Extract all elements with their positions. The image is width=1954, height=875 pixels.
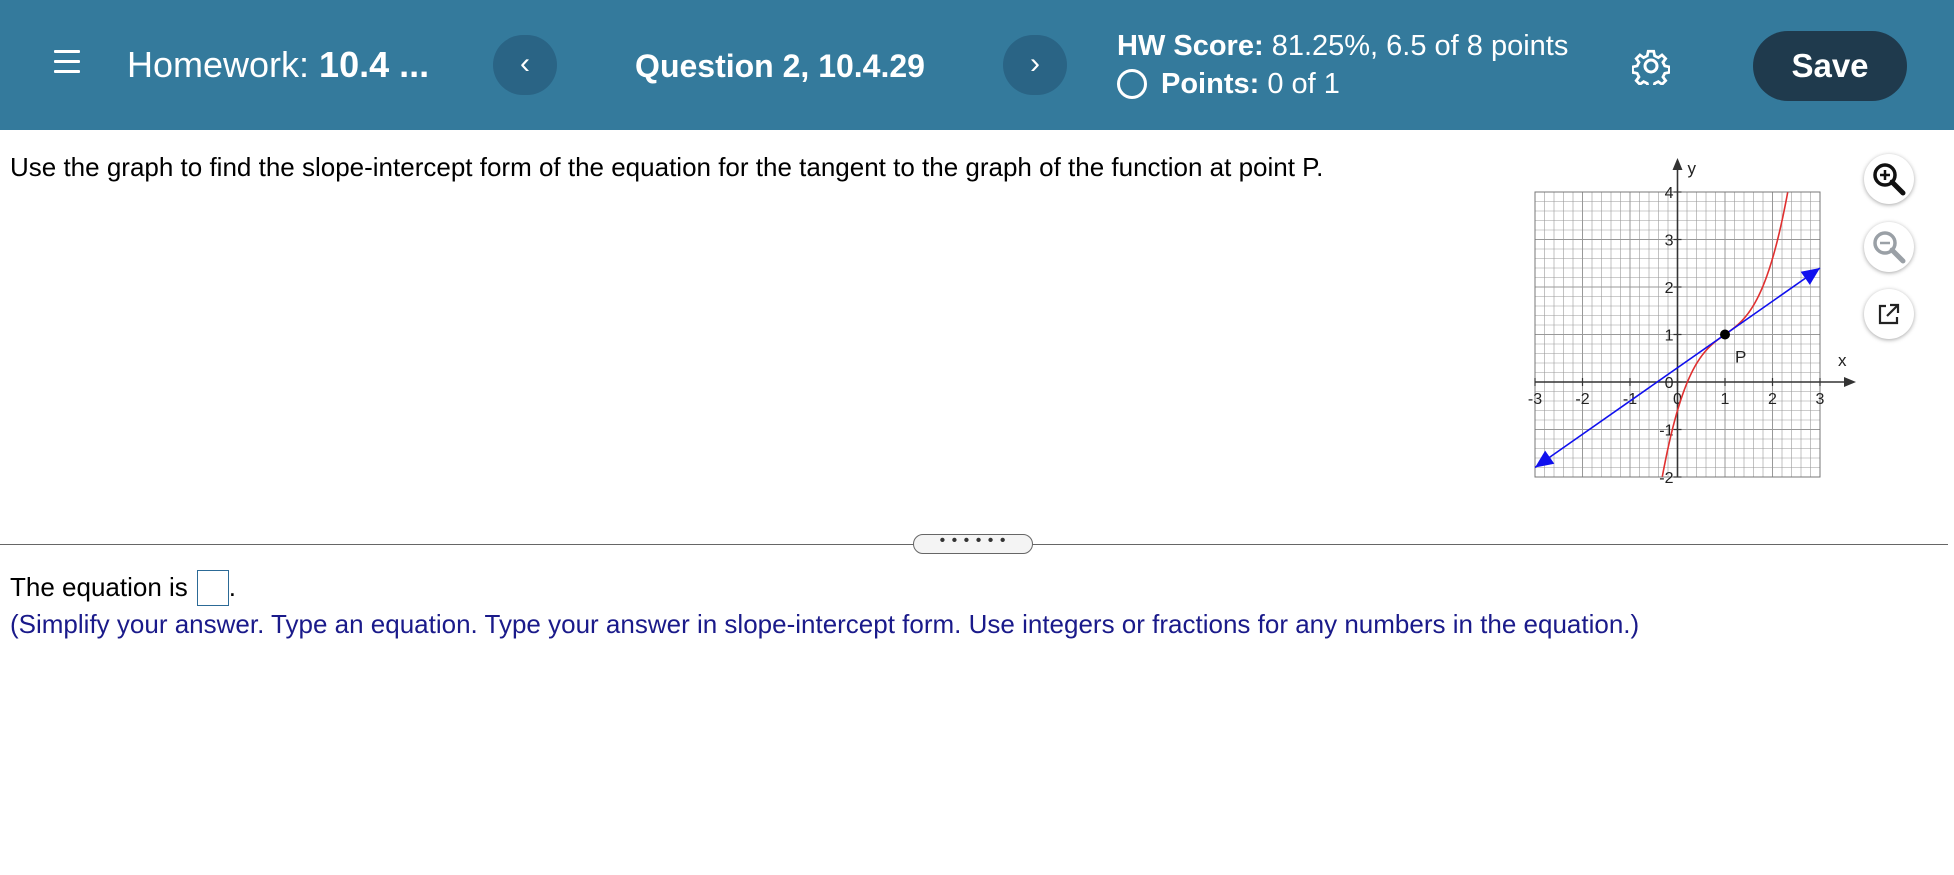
y-tick-label: 4 — [1665, 185, 1674, 202]
y-tick-label: 3 — [1665, 233, 1674, 250]
homework-value: 10.4 ... — [319, 44, 430, 85]
answer-prefix: The equation is — [10, 572, 188, 602]
answer-line: The equation is. — [10, 570, 236, 606]
hw-score: HW Score: 81.25%, 6.5 of 8 points — [1117, 30, 1568, 63]
hw-score-value: 81.25%, 6.5 of 8 points — [1271, 30, 1569, 62]
tangent-arrow-right — [1800, 268, 1820, 285]
zoom-in-icon — [1873, 163, 1906, 196]
zoom-out-icon — [1873, 231, 1906, 264]
popout-icon — [1878, 303, 1900, 325]
x-axis-arrow — [1844, 377, 1856, 387]
zoom-in-button[interactable] — [1864, 154, 1914, 204]
graph: xy-3 -2 -1 0 1 2 343210-1-2P — [1528, 158, 1856, 487]
x-axis-label: x — [1838, 351, 1847, 370]
menu-icon[interactable] — [50, 48, 84, 76]
x-tick-label: 3 — [1816, 391, 1825, 408]
question-title: Question 2, 10.4.29 — [635, 48, 925, 84]
points-line: Points: 0 of 1 — [1117, 68, 1340, 101]
answer-instructions: (Simplify your answer. Type an equation.… — [10, 609, 1640, 639]
y-tick-label: 2 — [1665, 280, 1674, 297]
question-text: Use the graph to find the slope-intercep… — [10, 152, 1324, 182]
homework-label: Homework: — [127, 44, 310, 85]
y-tick-label: 0 — [1665, 375, 1674, 392]
y-axis-arrow — [1672, 158, 1683, 170]
answer-suffix: . — [228, 572, 237, 602]
hw-score-label: HW Score: — [1117, 30, 1264, 62]
y-axis-label: y — [1688, 159, 1697, 178]
y-tick-label: -2 — [1659, 470, 1673, 487]
save-button[interactable]: Save — [1753, 31, 1907, 101]
tangent-arrow-left — [1535, 450, 1555, 468]
point-p — [1720, 329, 1730, 340]
x-tick-label: -2 — [1575, 391, 1589, 408]
x-tick-label: -3 — [1528, 391, 1542, 408]
divider-handle[interactable]: • • • • • • — [913, 533, 1033, 554]
points-value: 0 of 1 — [1267, 68, 1340, 100]
status-circle-icon — [1117, 69, 1147, 99]
settings-icon[interactable] — [1632, 47, 1670, 85]
top-bar: Homework: 10.4 ... ‹ Question 2, 10.4.29 … — [0, 0, 1954, 130]
x-tick-label: 2 — [1768, 391, 1777, 408]
points-label: Points: — [1161, 68, 1260, 100]
popout-button[interactable] — [1864, 289, 1914, 339]
x-tick-label: 1 — [1721, 391, 1730, 408]
zoom-out-button[interactable] — [1864, 222, 1914, 272]
answer-input[interactable] — [196, 570, 229, 606]
next-question-button[interactable]: › — [1003, 35, 1067, 95]
y-tick-label: 1 — [1665, 328, 1674, 345]
homework-title: Homework: 10.4 ... — [127, 44, 429, 86]
point-p-label: P — [1735, 348, 1746, 367]
previous-question-button[interactable]: ‹ — [493, 35, 557, 95]
